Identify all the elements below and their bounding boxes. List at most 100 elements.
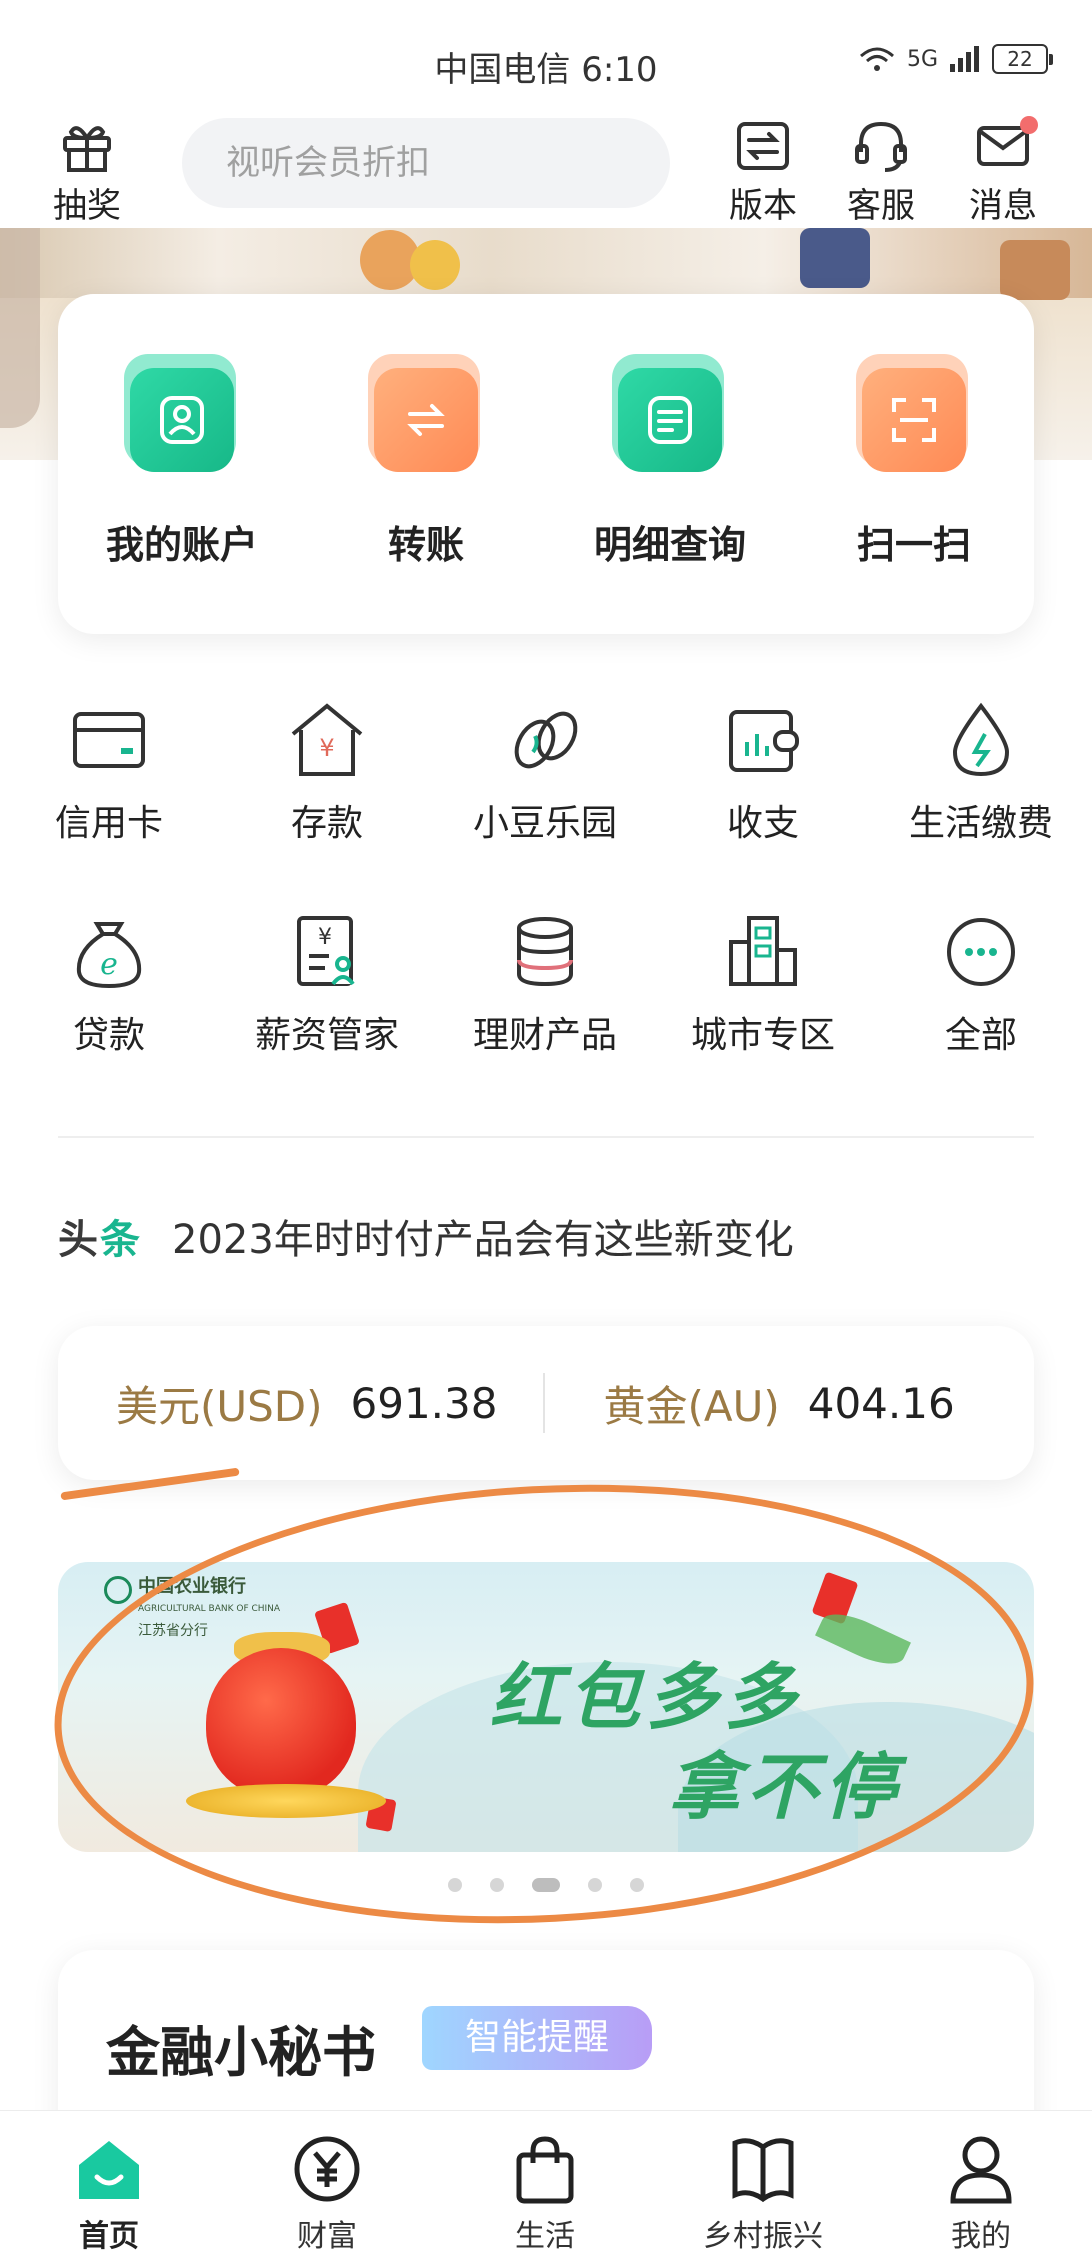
lottery-button[interactable]: 抽奖 — [42, 118, 132, 227]
all-functions-button[interactable]: 全部 — [872, 912, 1090, 1058]
smart-reminder-badge[interactable]: 智能提醒 — [422, 2006, 652, 2070]
lottery-label: 抽奖 — [53, 186, 121, 226]
figure-child — [410, 240, 460, 290]
income-expense-label: 收支 — [726, 803, 799, 844]
loan-bag-icon: e — [76, 922, 142, 989]
usd-rate-value: 691.38 — [350, 1378, 498, 1428]
transfer-button[interactable]: 转账 — [306, 354, 546, 569]
figure-adult — [800, 228, 870, 288]
headline-tag: 头条 — [58, 1217, 142, 1263]
network-type: 5G — [906, 46, 938, 72]
lantern — [1000, 240, 1070, 300]
search-bar[interactable] — [182, 118, 670, 208]
utility-payment-button[interactable]: 生活缴费 — [872, 700, 1090, 846]
unread-dot — [1020, 116, 1038, 134]
wealth-products-label: 理财产品 — [472, 1015, 617, 1056]
wifi-icon — [859, 47, 894, 71]
signal-icon — [950, 46, 979, 72]
home-icon — [79, 2141, 139, 2199]
usd-rate[interactable]: 美元(USD) 691.38 — [58, 1373, 497, 1434]
deposit-label: 存款 — [290, 803, 363, 844]
statement-query-button[interactable]: 明细查询 — [550, 354, 790, 569]
quick-actions-card: 我的账户 转账 明细查询 扫一扫 — [58, 294, 1034, 634]
statement-icon — [608, 354, 732, 478]
top-navigation: 抽奖 版本 客服 — [0, 116, 1092, 228]
customer-service-button[interactable]: 客服 — [836, 118, 926, 227]
scan-label: 扫一扫 — [856, 523, 971, 567]
drop-icon — [952, 702, 1010, 777]
headline-text[interactable]: 2023年时时付产品会有这些新变化 — [172, 1207, 794, 1265]
gold-rate[interactable]: 黄金(AU) 404.16 — [545, 1373, 954, 1434]
bean-icon — [514, 711, 578, 769]
transfer-label: 转账 — [387, 523, 464, 567]
salary-manager-label: 薪资管家 — [254, 1015, 399, 1056]
salary-manager-button[interactable]: ¥ 薪资管家 — [218, 912, 436, 1058]
section-divider — [58, 1136, 1034, 1138]
snow-scene — [0, 228, 1092, 298]
credit-card-label: 信用卡 — [54, 803, 163, 844]
version-button[interactable]: 版本 — [718, 118, 808, 227]
tab-rural-label: 乡村振兴 — [703, 2219, 823, 2252]
credit-card-button[interactable]: 信用卡 — [0, 700, 218, 846]
tab-home-label: 首页 — [79, 2219, 139, 2252]
search-input[interactable] — [226, 143, 650, 183]
shopping-bag-icon — [516, 2136, 574, 2204]
version-switch-icon — [737, 122, 789, 170]
tab-life-label: 生活 — [515, 2219, 575, 2252]
bean-park-label: 小豆乐园 — [472, 803, 617, 844]
transfer-icon — [364, 354, 488, 478]
svg-text:¥: ¥ — [318, 925, 332, 950]
headline-news[interactable]: 头条 2023年时时付产品会有这些新变化 — [58, 1206, 794, 1266]
carousel-dot[interactable] — [490, 1878, 504, 1892]
status-bar: 中国电信 6:10 5G 22 — [0, 30, 1092, 90]
credit-card-icon — [73, 712, 145, 768]
tab-rural-revitalization[interactable]: 乡村振兴 — [688, 2133, 838, 2252]
tab-mine[interactable]: 我的 — [906, 2133, 1056, 2252]
my-account-label: 我的账户 — [105, 523, 258, 567]
book-icon — [732, 2138, 794, 2203]
gift-icon — [63, 126, 111, 172]
loan-button[interactable]: e 贷款 — [0, 912, 218, 1058]
bottom-tab-bar: 首页 财富 生活 乡村振兴 我的 — [0, 2110, 1092, 2252]
statement-label: 明细查询 — [593, 523, 746, 567]
yuan-icon — [294, 2136, 360, 2202]
bean-park-button[interactable]: 小豆乐园 — [436, 700, 654, 846]
svg-text:e: e — [100, 947, 118, 982]
city-zone-button[interactable]: 城市专区 — [654, 912, 872, 1058]
income-expense-button[interactable]: 收支 — [654, 700, 872, 846]
my-account-button[interactable]: 我的账户 — [62, 354, 302, 569]
wealth-products-button[interactable]: 理财产品 — [436, 912, 654, 1058]
coin-stack-icon — [517, 917, 573, 987]
rates-card[interactable]: 美元(USD) 691.38 黄金(AU) 404.16 — [58, 1326, 1034, 1480]
message-button[interactable]: 消息 — [958, 116, 1048, 227]
scan-button[interactable]: 扫一扫 — [794, 354, 1034, 569]
status-icons: 5G 22 — [857, 44, 1053, 74]
bank-logo-icon — [104, 1576, 132, 1604]
message-label: 消息 — [969, 186, 1037, 226]
tab-life[interactable]: 生活 — [470, 2133, 620, 2252]
tab-home[interactable]: 首页 — [34, 2133, 184, 2252]
service-label: 客服 — [847, 186, 915, 226]
gold-rate-name: 黄金(AU) — [603, 1381, 780, 1431]
version-label: 版本 — [729, 186, 797, 226]
salary-icon: ¥ — [297, 916, 355, 986]
wallet-icon — [729, 710, 799, 772]
usd-rate-name: 美元(USD) — [116, 1381, 323, 1431]
gold-rate-value: 404.16 — [807, 1378, 955, 1428]
deposit-house-icon: ¥ — [291, 703, 363, 776]
annotation-circle — [43, 1460, 1045, 1948]
svg-text:¥: ¥ — [319, 734, 334, 762]
tab-wealth[interactable]: 财富 — [252, 2133, 402, 2252]
tab-wealth-label: 财富 — [297, 2219, 357, 2252]
headset-icon — [855, 121, 907, 172]
carousel-dot[interactable] — [448, 1878, 462, 1892]
carousel-dot[interactable] — [588, 1878, 602, 1892]
profile-icon — [950, 2136, 1012, 2204]
deposit-button[interactable]: ¥ 存款 — [218, 700, 436, 846]
more-icon — [947, 918, 1015, 986]
tab-mine-label: 我的 — [951, 2219, 1011, 2252]
carousel-dot-active[interactable] — [532, 1878, 560, 1892]
city-icon — [729, 916, 797, 986]
loan-label: 贷款 — [72, 1015, 145, 1056]
carousel-dot[interactable] — [630, 1878, 644, 1892]
